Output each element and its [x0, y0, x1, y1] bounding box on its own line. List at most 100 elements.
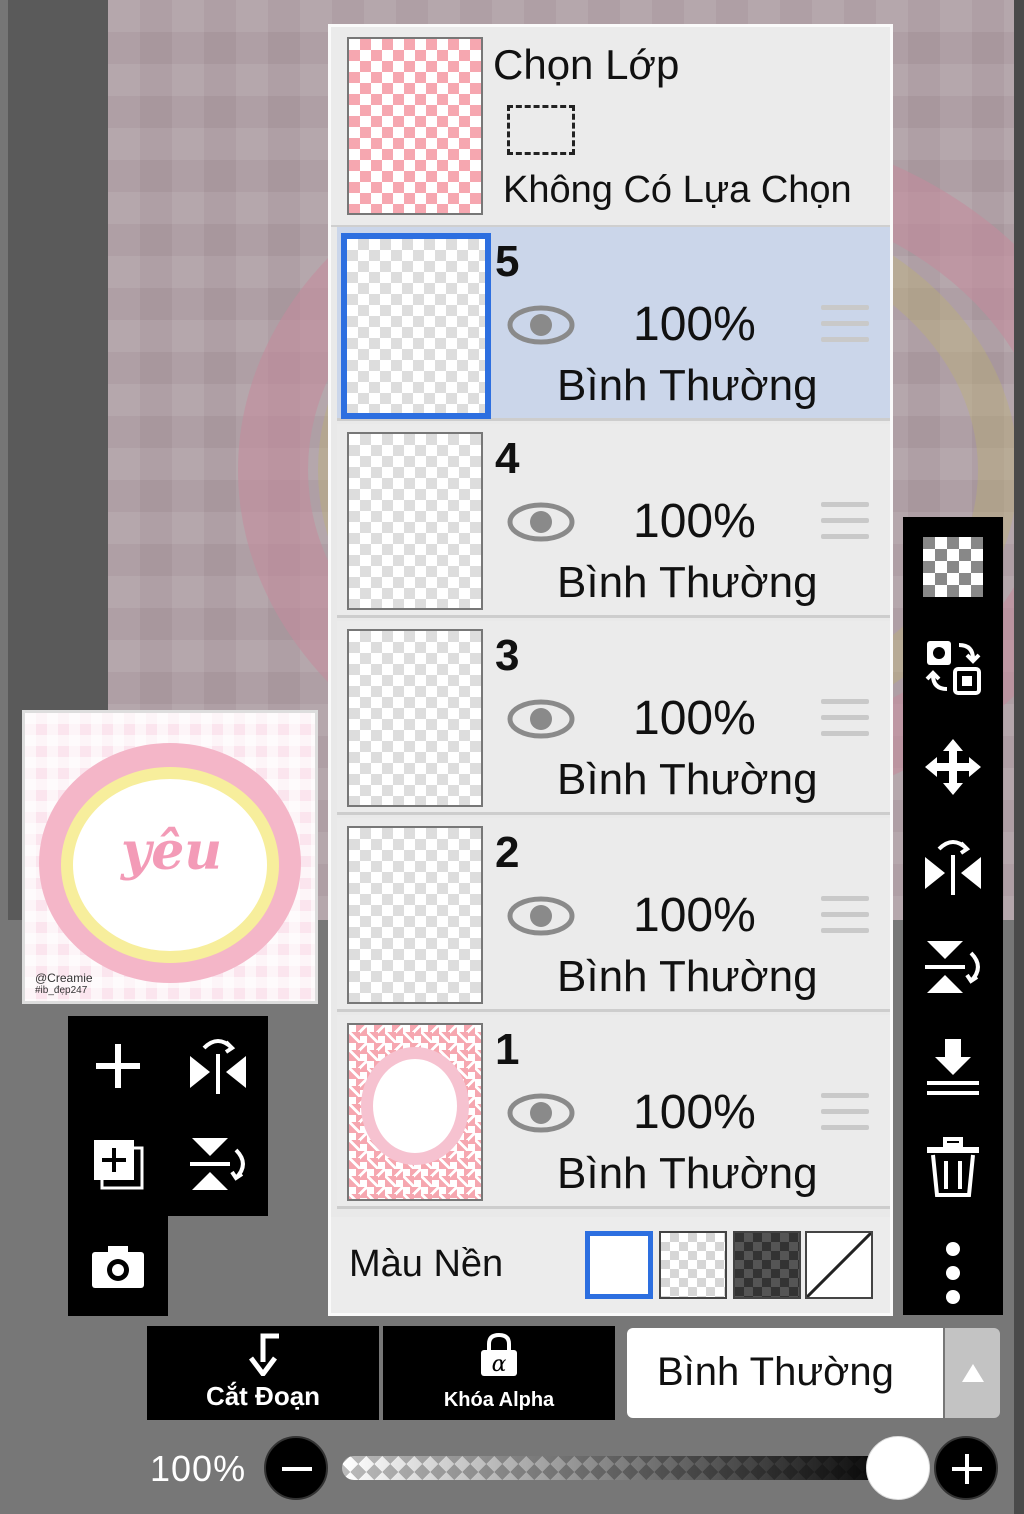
- layer-opacity: 100%: [633, 692, 756, 745]
- opacity-slider-knob[interactable]: [866, 1436, 930, 1500]
- preview-credit-tag: #ib_đẹp247: [35, 985, 88, 996]
- background-color-row: Màu Nền: [331, 1217, 890, 1313]
- bg-none-swatch[interactable]: [805, 1231, 873, 1299]
- add-layer-icon: [96, 1044, 140, 1088]
- flip-vertical-icon: [190, 1138, 245, 1190]
- bg-light-checker-swatch[interactable]: [659, 1231, 727, 1299]
- selection-thumbnail: [347, 37, 483, 215]
- plus-icon: [952, 1454, 982, 1484]
- preview-word: yêu: [121, 821, 223, 882]
- layer-blend-mode: Bình Thường: [557, 755, 818, 804]
- preview-credit: @Creamie: [35, 971, 93, 985]
- blend-mode-select[interactable]: Bình Thường: [627, 1328, 943, 1418]
- layer-row-5[interactable]: 5 100% Bình Thường: [337, 227, 890, 421]
- layer-number: 3: [495, 631, 520, 680]
- background-label: Màu Nền: [349, 1243, 504, 1285]
- drag-handle-icon[interactable]: [821, 305, 869, 345]
- layer-row-2[interactable]: 2 100% Bình Thường: [337, 818, 890, 1012]
- layer-row-3[interactable]: 3 100% Bình Thường: [337, 621, 890, 815]
- flip-vertical-button[interactable]: [921, 935, 985, 999]
- layer-opacity: 100%: [633, 495, 756, 548]
- layer-panel: Chọn Lớp Không Có Lựa Chọn 5 100% Bình T…: [328, 24, 893, 1316]
- layer-thumbnail: [347, 826, 483, 1004]
- right-toolbar: [903, 517, 1003, 1315]
- add-layer-button[interactable]: [86, 1034, 150, 1098]
- right-edge: [1014, 0, 1024, 1514]
- transparency-button[interactable]: [921, 535, 985, 599]
- slash-icon: [805, 1231, 873, 1299]
- bg-dark-checker-swatch[interactable]: [733, 1231, 801, 1299]
- visibility-eye-icon[interactable]: [507, 1093, 575, 1133]
- marquee-selection-icon: [507, 105, 575, 155]
- opacity-increase-button[interactable]: [934, 1436, 998, 1500]
- more-icon: [946, 1242, 960, 1304]
- layer-row-4[interactable]: 4 100% Bình Thường: [337, 424, 890, 618]
- layer-blend-mode: Bình Thường: [557, 361, 818, 410]
- add-copy-icon: [94, 1140, 144, 1190]
- add-copy-layer-button[interactable]: [86, 1132, 150, 1196]
- minus-icon: [282, 1467, 312, 1471]
- drag-handle-icon[interactable]: [821, 699, 869, 739]
- app-screen: Chọn Lớp Không Có Lựa Chọn 5 100% Bình T…: [0, 0, 1024, 1514]
- opacity-slider-track[interactable]: [342, 1456, 902, 1480]
- layer-thumbnail: [347, 629, 483, 807]
- layer-blend-mode: Bình Thường: [557, 952, 818, 1001]
- layer-thumbnail: [347, 1023, 483, 1201]
- layer-number: 2: [495, 828, 520, 877]
- delete-layer-button[interactable]: [921, 1135, 985, 1199]
- trash-icon: [927, 1137, 979, 1197]
- layer-number: 5: [495, 237, 520, 286]
- alpha-lock-label: Khóa Alpha: [443, 1389, 555, 1411]
- layer-opacity: 100%: [633, 298, 756, 351]
- svg-text:α: α: [492, 1352, 507, 1377]
- merge-down-icon: [927, 1039, 979, 1095]
- visibility-eye-icon[interactable]: [507, 502, 575, 542]
- visibility-eye-icon[interactable]: [507, 699, 575, 739]
- swap-layer-button[interactable]: [921, 635, 985, 699]
- layer-opacity: 100%: [633, 1086, 756, 1139]
- triangle-up-icon: [962, 1364, 984, 1382]
- layer-blend-mode: Bình Thường: [557, 1149, 818, 1198]
- selection-title: Chọn Lớp: [493, 41, 680, 88]
- clip-arrow-icon: [249, 1333, 279, 1376]
- layer-thumbnail: [347, 432, 483, 610]
- camera-icon: [92, 1246, 144, 1288]
- layer-thumbnail-art: [361, 1047, 469, 1165]
- drag-handle-icon[interactable]: [821, 502, 869, 542]
- drag-handle-icon[interactable]: [821, 1093, 869, 1133]
- more-options-button[interactable]: [921, 1235, 985, 1311]
- layer-blend-mode: Bình Thường: [557, 558, 818, 607]
- drag-handle-icon[interactable]: [821, 896, 869, 936]
- flip-horizontal-icon: [190, 1039, 246, 1094]
- opacity-decrease-button[interactable]: [264, 1436, 328, 1500]
- bg-white-swatch[interactable]: [585, 1231, 653, 1299]
- selection-status: Không Có Lựa Chọn: [503, 169, 852, 211]
- clip-label: Cắt Đoạn: [205, 1381, 321, 1411]
- move-icon: [925, 739, 981, 795]
- camera-button[interactable]: [86, 1234, 150, 1298]
- layer-row-1[interactable]: 1 100% Bình Thường: [337, 1015, 890, 1209]
- flip-layer-horizontal-button[interactable]: [186, 1034, 250, 1098]
- move-button[interactable]: [921, 735, 985, 799]
- transparency-icon: [923, 537, 983, 597]
- visibility-eye-icon[interactable]: [507, 305, 575, 345]
- visibility-eye-icon[interactable]: [507, 896, 575, 936]
- lock-icon: α: [481, 1332, 517, 1377]
- clipping-button[interactable]: Cắt Đoạn: [147, 1326, 379, 1420]
- alpha-lock-button[interactable]: α Khóa Alpha: [383, 1326, 615, 1420]
- layer-thumbnail: [341, 233, 491, 419]
- layer-number: 1: [495, 1025, 520, 1074]
- selection-layer-row[interactable]: Chọn Lớp Không Có Lựa Chọn: [331, 27, 890, 227]
- swap-layer-icon: [925, 641, 981, 695]
- flip-vertical-icon: [925, 941, 980, 993]
- opacity-value: 100%: [150, 1448, 247, 1489]
- layer-opacity: 100%: [633, 889, 756, 942]
- flip-horizontal-button[interactable]: [921, 835, 985, 899]
- canvas-preview[interactable]: yêu @Creamie #ib_đẹp247: [22, 710, 318, 1004]
- blend-mode-value: Bình Thường: [657, 1350, 894, 1394]
- flip-layer-vertical-button[interactable]: [186, 1132, 250, 1196]
- flip-horizontal-icon: [925, 840, 981, 895]
- layer-number: 4: [495, 434, 520, 483]
- blend-mode-dropdown-button[interactable]: [945, 1328, 1000, 1418]
- merge-down-button[interactable]: [921, 1035, 985, 1099]
